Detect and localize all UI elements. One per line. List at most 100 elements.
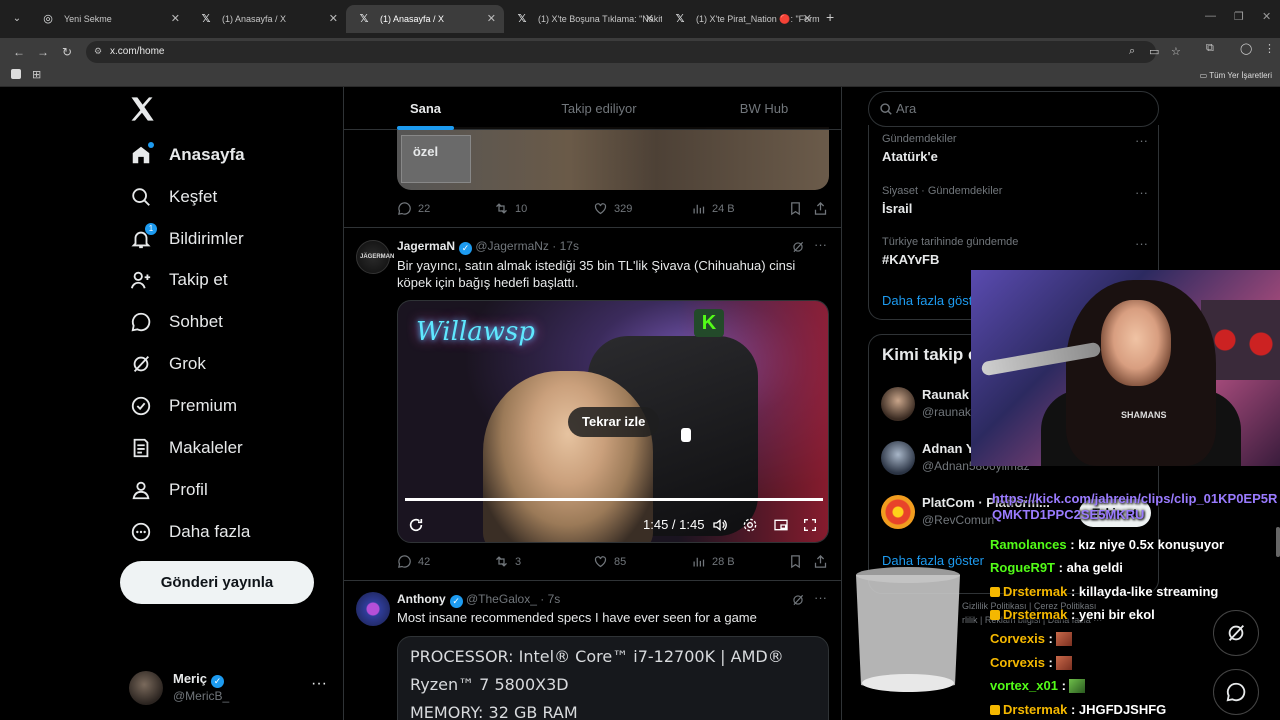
close-window-icon[interactable]: ✕: [1262, 10, 1271, 23]
tweet-time[interactable]: · 17s: [552, 239, 579, 253]
search-input[interactable]: Ara: [896, 92, 916, 126]
more-dots-icon[interactable]: ···: [311, 675, 327, 693]
nav-articles[interactable]: Makaleler: [129, 428, 243, 468]
browser-tab[interactable]: 𝕏 (1) X'te Boşuna Tıklama: "Nakit ✕: [504, 5, 662, 33]
x-logo-icon[interactable]: [128, 95, 156, 123]
like-button[interactable]: 85: [593, 554, 626, 569]
browser-tab[interactable]: 𝕏 (1) Anasayfa / X ✕: [188, 5, 346, 33]
grok-floating-button[interactable]: [1213, 610, 1259, 656]
nav-grok[interactable]: Grok: [129, 344, 206, 384]
forward-icon[interactable]: →: [32, 41, 54, 63]
browser-tab[interactable]: 𝕏 (1) X'te Pirat_Nation 🔴: "Form ✕: [662, 5, 820, 33]
nav-premium[interactable]: Premium: [129, 386, 237, 426]
grok-icon[interactable]: [791, 240, 805, 254]
more-dots-icon[interactable]: ···: [1135, 185, 1148, 200]
all-bookmarks[interactable]: ▭ Tüm Yer İşaretleri: [1200, 68, 1272, 84]
previous-tweet-media[interactable]: [397, 127, 829, 190]
grok-icon[interactable]: [791, 593, 805, 607]
chat-text: kız niye 0.5x konuşuyor: [1078, 537, 1225, 552]
close-icon[interactable]: ✕: [803, 5, 812, 33]
repost-button[interactable]: 10: [494, 201, 527, 216]
video-progress-bar[interactable]: [405, 498, 823, 501]
views-button[interactable]: 24 B: [691, 201, 735, 216]
tweet-time[interactable]: · 7s: [540, 592, 560, 606]
reply-button[interactable]: 42: [397, 554, 430, 569]
cast-icon[interactable]: ▭: [1149, 45, 1159, 58]
more-dots-icon[interactable]: ···: [814, 237, 827, 252]
apps-grid-icon[interactable]: ⊞: [32, 68, 41, 81]
settings-icon[interactable]: [742, 517, 758, 533]
reply-button[interactable]: 22: [397, 201, 430, 216]
nav-home[interactable]: Anasayfa: [129, 135, 245, 175]
nav-chat[interactable]: Sohbet: [129, 302, 223, 342]
avatar[interactable]: JÄGERMAN: [356, 240, 394, 274]
menu-icon[interactable]: ⋮: [1264, 42, 1275, 55]
profile-icon[interactable]: ◯: [1240, 42, 1252, 55]
post-button[interactable]: Gönderi yayınla: [120, 561, 314, 604]
emote-icon: [1055, 656, 1072, 670]
more-dots-icon[interactable]: ···: [814, 590, 827, 605]
search-box[interactable]: Ara: [868, 91, 1159, 127]
bookmark-icon[interactable]: [788, 201, 803, 216]
replay-icon[interactable]: [408, 517, 424, 533]
video-player[interactable]: Willawsp K Tekrar izle 1:45 / 1:45: [397, 300, 829, 543]
close-icon[interactable]: ✕: [487, 5, 496, 33]
avatar[interactable]: [356, 592, 390, 626]
bookmark-app-icon[interactable]: [11, 69, 21, 79]
extensions-icon[interactable]: ⧉: [1206, 42, 1214, 55]
replay-button[interactable]: Tekrar izle: [568, 407, 660, 437]
site-info-icon[interactable]: ⚙: [94, 46, 106, 58]
zoom-icon[interactable]: ⌕: [1129, 45, 1135, 58]
search-icon: [129, 185, 153, 209]
share-icon[interactable]: [813, 554, 828, 569]
tweet-media-card[interactable]: PROCESSOR: Intel® Core™ i7-12700K | AMD®…: [397, 636, 829, 720]
maximize-icon[interactable]: ❐: [1234, 10, 1244, 23]
new-tab-button[interactable]: +: [826, 9, 834, 25]
tab-bw-hub[interactable]: BW Hub: [724, 87, 804, 130]
like-button[interactable]: 329: [593, 201, 632, 216]
reload-icon[interactable]: ↻: [56, 41, 78, 63]
nav-notifications[interactable]: 1 Bildirimler: [129, 219, 244, 259]
trend-item[interactable]: Siyaset · Gündemdekiler İsrail: [882, 185, 1142, 216]
messages-floating-button[interactable]: [1213, 669, 1259, 715]
volume-icon[interactable]: [712, 517, 728, 533]
nav-follow[interactable]: Takip et: [129, 260, 228, 300]
tweet-handle[interactable]: @JagermaNz: [475, 239, 549, 253]
account-switcher[interactable]: Meriç ✓ @MericB_ ···: [129, 669, 329, 709]
more-dots-icon[interactable]: ···: [1135, 236, 1148, 251]
scrollbar[interactable]: [1276, 527, 1280, 557]
more-dots-icon[interactable]: ···: [1135, 133, 1148, 148]
nav-label: Keşfet: [169, 187, 218, 206]
nav-explore[interactable]: Keşfet: [129, 177, 217, 217]
back-icon[interactable]: ←: [8, 41, 30, 63]
bookmark-star-icon[interactable]: ☆: [1171, 45, 1181, 58]
tweet-author[interactable]: Anthony: [397, 592, 446, 606]
chat-text: yeni bir ekol: [1078, 607, 1155, 622]
minimize-icon[interactable]: —: [1205, 10, 1216, 22]
tab-for-you[interactable]: Sana özel: [397, 87, 454, 159]
fullscreen-icon[interactable]: [802, 517, 818, 533]
nav-profile[interactable]: Profil: [129, 470, 208, 510]
webcam-face: [1101, 300, 1171, 386]
trends-show-more-link[interactable]: Daha fazla göster: [882, 293, 984, 308]
tab-search-icon[interactable]: ⌄: [8, 10, 26, 28]
tab-following[interactable]: Takip ediliyor: [549, 87, 649, 130]
browser-tab[interactable]: ◎ Yeni Sekme ✕: [30, 5, 188, 33]
trend-item[interactable]: Türkiye tarihinde gündemde #KAYvFB: [882, 236, 1142, 267]
timeline-tabs: Sana özel Takip ediliyor BW Hub: [344, 87, 841, 159]
tweet-handle[interactable]: @TheGalox_: [466, 592, 537, 606]
nav-more[interactable]: Daha fazla: [129, 512, 250, 552]
repost-button[interactable]: 3: [494, 554, 521, 569]
close-icon[interactable]: ✕: [645, 5, 654, 33]
pip-icon[interactable]: [773, 517, 789, 533]
browser-tab-active[interactable]: 𝕏 (1) Anasayfa / X ✕: [346, 5, 504, 33]
share-icon[interactable]: [813, 201, 828, 216]
views-button[interactable]: 28 B: [691, 554, 735, 569]
close-icon[interactable]: ✕: [329, 5, 338, 33]
address-bar[interactable]: ⚙ x.com/home ⌕ ▭ ☆: [86, 41, 1181, 63]
bookmark-icon[interactable]: [788, 554, 803, 569]
trend-item[interactable]: Gündemdekiler Atatürk'e: [882, 133, 1142, 164]
close-icon[interactable]: ✕: [171, 5, 180, 33]
tweet-author[interactable]: JagermaN: [397, 239, 455, 253]
footer-link[interactable]: rlilik: [962, 615, 978, 625]
